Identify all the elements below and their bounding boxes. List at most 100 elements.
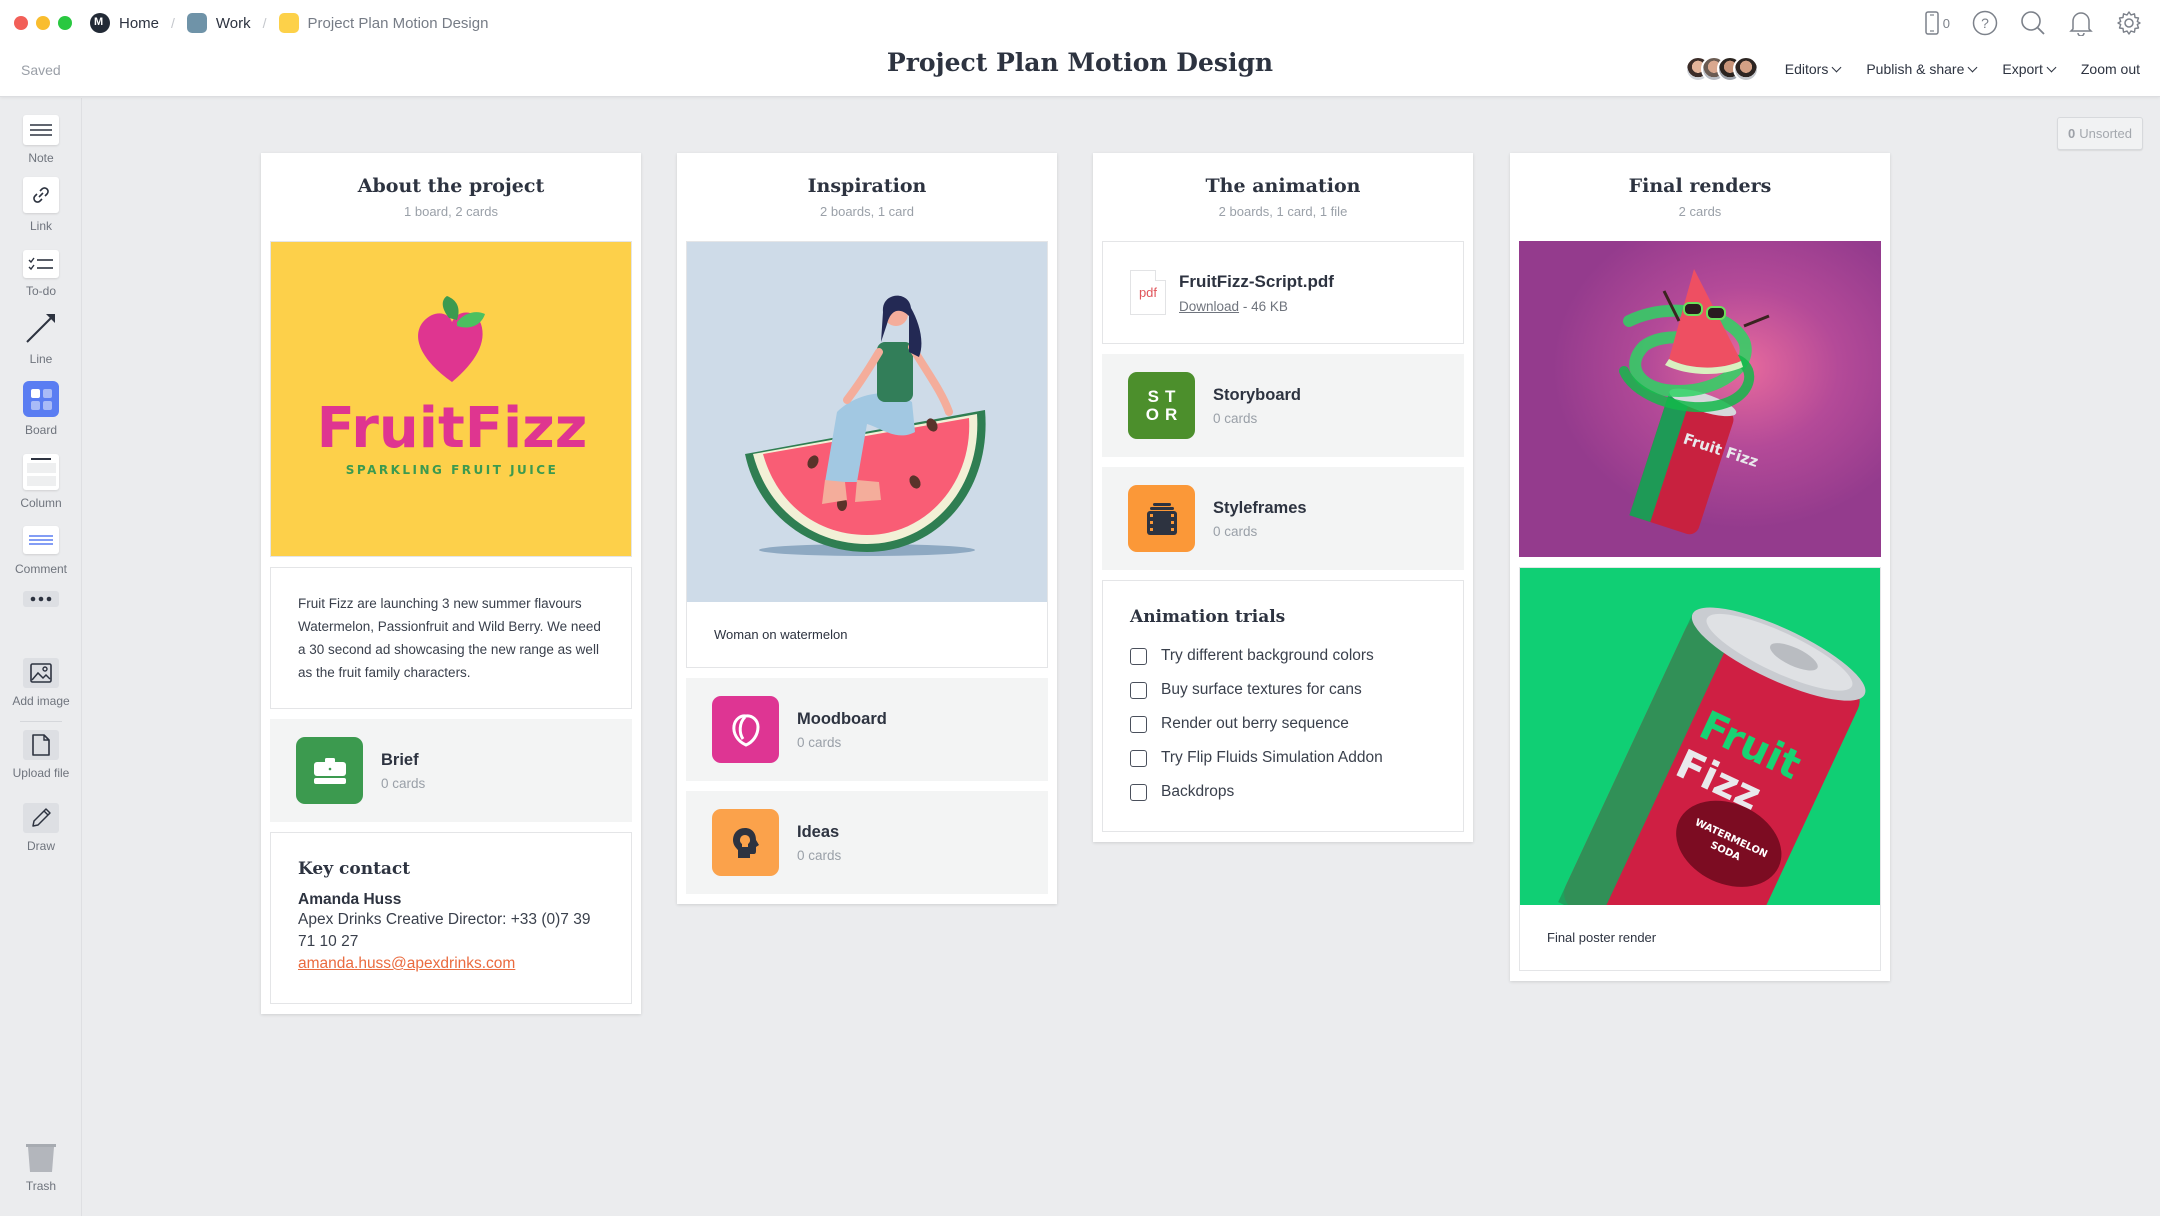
column-title[interactable]: Final renders <box>1519 175 1881 197</box>
trash-button[interactable]: Trash <box>0 1143 82 1193</box>
column-the-animation[interactable]: The animation 2 boards, 1 card, 1 file p… <box>1093 153 1473 842</box>
devices-button[interactable]: 0 <box>1925 11 1950 35</box>
todo-label: Backdrops <box>1161 783 1235 800</box>
contact-name: Amanda Huss <box>298 891 402 908</box>
board-name: Styleframes <box>1213 498 1307 517</box>
minimize-window-button[interactable] <box>36 16 50 30</box>
board-count: 0 cards <box>797 847 842 863</box>
todo-checkbox[interactable] <box>1130 681 1147 699</box>
board-brief[interactable]: Brief 0 cards <box>270 719 632 822</box>
key-contact-note[interactable]: Key contact Amanda Huss Apex Drinks Crea… <box>270 832 632 1004</box>
fruitfizz-logo-graphic: FruitFizz SPARKLING FRUIT JUICE <box>317 296 587 477</box>
tool-todo[interactable]: To-do <box>0 250 82 298</box>
download-link[interactable]: Download <box>1179 299 1239 314</box>
tool-label: To-do <box>25 284 57 298</box>
todo-checkbox[interactable] <box>1130 715 1147 733</box>
tool-link[interactable]: Link <box>0 177 82 233</box>
close-window-button[interactable] <box>14 16 28 30</box>
home-logo-icon <box>90 13 110 33</box>
tool-comment[interactable]: Comment <box>0 526 82 576</box>
tool-add-image[interactable]: Add image <box>0 658 82 708</box>
brand-logo-image-card[interactable]: FruitFizz SPARKLING FRUIT JUICE <box>270 241 632 557</box>
header-actions: Editors Publish & share Export Zoom out <box>1684 56 2140 82</box>
breadcrumb-separator: / <box>262 15 267 31</box>
board-styleframes[interactable]: Styleframes 0 cards <box>1102 467 1464 570</box>
breadcrumb-project-label: Project Plan Motion Design <box>307 14 489 32</box>
export-button[interactable]: Export <box>2002 61 2057 77</box>
maximize-window-button[interactable] <box>58 16 72 30</box>
breadcrumb-work[interactable]: Work <box>186 13 251 33</box>
tool-upload-file[interactable]: Upload file <box>0 730 82 780</box>
file-size: 46 KB <box>1251 298 1288 314</box>
tool-note[interactable]: Note <box>0 115 82 165</box>
board-name: Ideas <box>797 822 840 841</box>
board-moodboard[interactable]: Moodboard 0 cards <box>686 678 1048 781</box>
unsorted-button[interactable]: 0 Unsorted <box>2057 117 2143 150</box>
settings-button[interactable] <box>2116 10 2142 36</box>
todo-checkbox[interactable] <box>1130 749 1147 767</box>
tool-draw[interactable]: Draw <box>0 803 82 853</box>
todo-label: Buy surface textures for cans <box>1161 681 1362 698</box>
column-title[interactable]: About the project <box>270 175 632 197</box>
todo-item: Buy surface textures for cans <box>1130 673 1436 707</box>
file-card-script-pdf[interactable]: pdf FruitFizz-Script.pdf Download - 46 K… <box>1102 241 1464 344</box>
woman-on-watermelon-image-card[interactable]: Woman on watermelon <box>686 241 1048 668</box>
final-poster-render: Fruit Fizz WATERMELON SODA <box>1520 568 1880 905</box>
todo-label: Try Flip Fluids Simulation Addon <box>1161 749 1383 766</box>
save-status: Saved <box>21 62 61 78</box>
column-inspiration[interactable]: Inspiration 2 boards, 1 card Woman on wa… <box>677 153 1057 904</box>
column-header: The animation 2 boards, 1 card, 1 file <box>1102 153 1464 241</box>
search-icon <box>2021 11 2045 35</box>
column-title[interactable]: The animation <box>1102 175 1464 197</box>
project-board-icon <box>278 13 299 33</box>
column-header: Final renders 2 cards <box>1519 153 1881 241</box>
tool-line[interactable]: Line <box>0 310 82 366</box>
export-label: Export <box>2002 61 2043 77</box>
sidebar-divider <box>20 721 62 722</box>
watermelon-character-render: Fruit Fizz <box>1519 241 1881 557</box>
animation-trials-todo-list[interactable]: Animation trials Try different backgroun… <box>1102 580 1464 832</box>
zoom-out-button[interactable]: Zoom out <box>2081 61 2140 77</box>
contact-role-phone: Apex Drinks Creative Director: +33 (0)7 … <box>298 911 591 950</box>
chevron-down-icon <box>1831 62 1842 72</box>
note-icon <box>23 115 59 145</box>
project-description-note[interactable]: Fruit Fizz are launching 3 new summer fl… <box>270 567 632 709</box>
contact-email-link[interactable]: amanda.huss@apexdrinks.com <box>298 955 515 972</box>
todo-item: Backdrops <box>1130 775 1436 809</box>
editor-avatars[interactable] <box>1684 56 1759 82</box>
search-button[interactable] <box>2020 10 2046 36</box>
todo-checkbox[interactable] <box>1130 783 1147 801</box>
board-ideas[interactable]: Ideas 0 cards <box>686 791 1048 894</box>
tool-label: Upload file <box>12 766 70 780</box>
help-button[interactable]: ? <box>1972 10 1998 36</box>
editors-label: Editors <box>1784 61 1829 77</box>
editors-menu-button[interactable]: Editors <box>1784 61 1842 77</box>
breadcrumb-home[interactable]: Home <box>90 13 159 33</box>
todo-label: Render out berry sequence <box>1161 715 1349 732</box>
publish-share-button[interactable]: Publish & share <box>1866 61 1978 77</box>
file-icon <box>23 730 59 760</box>
column-final-renders[interactable]: Final renders 2 cards Fruit Fizz Fruit F… <box>1510 153 1890 981</box>
pdf-file-icon: pdf <box>1130 270 1166 315</box>
page-title-text[interactable]: Project Plan Motion Design <box>887 48 1273 77</box>
column-title[interactable]: Inspiration <box>686 175 1048 197</box>
link-icon <box>23 177 59 213</box>
tool-label: Board <box>24 423 58 437</box>
file-name: FruitFizz-Script.pdf <box>1179 271 1334 291</box>
help-icon: ? <box>1972 10 1998 36</box>
final-poster-image-card[interactable]: Fruit Fizz WATERMELON SODA Final poster … <box>1519 567 1881 971</box>
render-image-card[interactable]: Fruit Fizz <box>1519 241 1881 557</box>
phone-icon <box>1925 11 1939 35</box>
board-count: 0 cards <box>1213 523 1258 539</box>
column-about-the-project[interactable]: About the project 1 board, 2 cards Fruit… <box>261 153 641 1014</box>
notifications-button[interactable] <box>2068 10 2094 36</box>
breadcrumb-project[interactable]: Project Plan Motion Design <box>278 13 489 33</box>
tool-more[interactable] <box>0 591 82 607</box>
tool-column[interactable]: Column <box>0 454 82 510</box>
tool-board[interactable]: Board <box>0 381 82 437</box>
image-caption: Woman on watermelon <box>714 627 848 642</box>
todo-item: Try Flip Fluids Simulation Addon <box>1130 741 1436 775</box>
board-storyboard[interactable]: ST OR Storyboard 0 cards <box>1102 354 1464 457</box>
storyboard-text-icon: ST OR <box>1128 372 1195 439</box>
todo-checkbox[interactable] <box>1130 647 1147 665</box>
